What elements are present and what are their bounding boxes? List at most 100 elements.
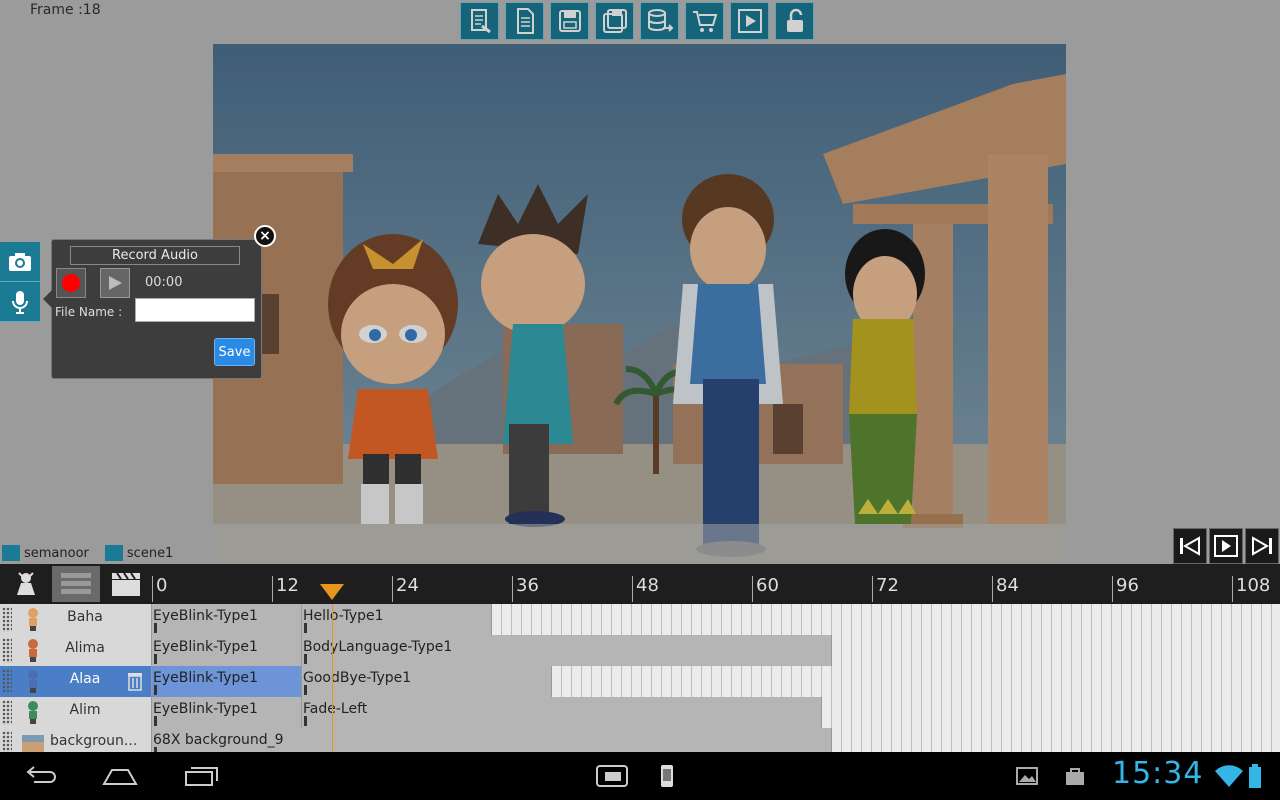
timeline-clip[interactable]: EyeBlink-Type1 <box>152 635 302 666</box>
system-nav-bar <box>0 752 1280 800</box>
timeline-clip[interactable]: EyeBlink-Type1 <box>152 666 302 697</box>
track-header[interactable]: Baha <box>0 604 152 635</box>
trash-icon[interactable] <box>126 671 144 691</box>
timeline-clip[interactable]: BodyLanguage-Type1 <box>302 635 832 666</box>
drag-handle-icon[interactable] <box>2 669 12 694</box>
unlock-icon <box>786 8 803 32</box>
camera-button[interactable] <box>0 242 40 282</box>
playhead-marker[interactable] <box>320 584 344 600</box>
track-header[interactable]: Alima <box>0 635 152 666</box>
timeline-clip[interactable]: EyeBlink-Type1 <box>152 697 302 728</box>
track-row[interactable]: Alaa EyeBlink-Type1 GoodBye-Type1 <box>0 666 1280 697</box>
image-icon <box>1016 767 1038 785</box>
tab-scenes[interactable] <box>102 566 150 602</box>
recording-time: 00:00 <box>145 275 183 290</box>
ruler-tick-line <box>392 576 393 602</box>
window-toggle-button[interactable] <box>595 762 629 790</box>
character-alim[interactable] <box>845 229 925 524</box>
home-button[interactable] <box>100 762 140 790</box>
file-name-input[interactable] <box>135 298 255 322</box>
device-button[interactable] <box>658 762 676 790</box>
shopping-bag-icon <box>1066 768 1084 785</box>
character-avatar-icon <box>28 670 38 693</box>
track-header[interactable]: Alim <box>0 697 152 728</box>
scene-canvas[interactable] <box>213 44 1066 564</box>
playhead-line <box>332 604 333 752</box>
breadcrumb-project[interactable]: semanoor <box>2 545 89 561</box>
store-notification[interactable] <box>1062 762 1088 790</box>
play-recording-button[interactable] <box>100 268 130 298</box>
wifi-status <box>1214 762 1244 790</box>
keyframe-marker <box>154 654 157 664</box>
gallery-notification[interactable] <box>1014 762 1040 790</box>
ruler-tick-label: 84 <box>996 575 1019 596</box>
track-lane[interactable]: EyeBlink-Type1 GoodBye-Type1 <box>152 666 1280 697</box>
track-row[interactable]: Baha EyeBlink-Type1 Hello-Type1 <box>0 604 1280 635</box>
phone-device-icon <box>661 765 673 787</box>
track-row[interactable]: Alima EyeBlink-Type1 BodyLanguage-Type1 <box>0 635 1280 666</box>
track-lane[interactable]: EyeBlink-Type1 Fade-Left <box>152 697 1280 728</box>
save-recording-button[interactable]: Save <box>214 338 255 366</box>
ruler-tick-line <box>992 576 993 602</box>
new-project-button[interactable] <box>460 2 499 40</box>
project-icon <box>2 545 20 561</box>
track-lane[interactable]: EyeBlink-Type1 BodyLanguage-Type1 <box>152 635 1280 666</box>
track-row[interactable]: Alim EyeBlink-Type1 Fade-Left <box>0 697 1280 728</box>
close-dialog-button[interactable]: × <box>254 225 276 247</box>
track-lane[interactable]: EyeBlink-Type1 Hello-Type1 <box>152 604 1280 635</box>
back-button[interactable] <box>22 762 58 790</box>
ruler-tick-label: 0 <box>156 575 168 596</box>
save-as-button[interactable] <box>595 2 634 40</box>
tab-list[interactable] <box>52 566 100 602</box>
clip-label: BodyLanguage-Type1 <box>303 639 453 655</box>
ruler-tick-line <box>872 576 873 602</box>
preview-play-icon <box>737 9 762 33</box>
clapperboard-icon <box>112 572 140 596</box>
window-icon <box>596 765 628 787</box>
stage-bottom-band <box>213 524 1066 564</box>
system-clock: 15:34 <box>1112 756 1204 791</box>
keyframe-marker <box>304 623 307 633</box>
clip-label: Hello-Type1 <box>303 608 384 624</box>
timeline-clip[interactable]: Hello-Type1 <box>302 604 492 635</box>
breadcrumb-scene[interactable]: scene1 <box>104 545 174 561</box>
record-button[interactable] <box>56 268 86 298</box>
track-header[interactable]: Alaa <box>0 666 152 697</box>
timeline-clip[interactable]: Fade-Left <box>302 697 822 728</box>
shop-button[interactable] <box>685 2 724 40</box>
preview-button[interactable] <box>730 2 769 40</box>
track-name: Alima <box>65 640 105 656</box>
new-document-button[interactable] <box>505 2 544 40</box>
tab-characters[interactable] <box>2 566 50 602</box>
recent-apps-icon <box>185 767 218 786</box>
save-as-icon <box>602 9 627 33</box>
file-name-label: File Name : <box>55 305 123 319</box>
play-button[interactable] <box>1209 528 1243 564</box>
scene-name: scene1 <box>126 545 174 561</box>
record-audio-dialog: Record Audio 00:00 File Name : Save <box>43 239 262 379</box>
clip-label: EyeBlink-Type1 <box>153 670 258 686</box>
ruler-tick-label: 108 <box>1236 575 1271 596</box>
microphone-icon <box>12 290 28 314</box>
side-tools <box>0 242 40 322</box>
unlock-button[interactable] <box>775 2 814 40</box>
skip-to-end-button[interactable] <box>1245 528 1279 564</box>
new-document-icon <box>516 8 534 34</box>
dialog-title: Record Audio <box>70 246 240 265</box>
drag-handle-icon[interactable] <box>2 700 12 725</box>
drag-handle-icon[interactable] <box>2 607 12 632</box>
ruler-tick-label: 48 <box>636 575 659 596</box>
save-button[interactable] <box>550 2 589 40</box>
ruler-tick-label: 96 <box>1116 575 1139 596</box>
clip-label: Fade-Left <box>303 701 368 717</box>
timeline-clip[interactable]: GoodBye-Type1 <box>302 666 552 697</box>
skip-to-start-button[interactable] <box>1173 528 1207 564</box>
microphone-button[interactable] <box>0 282 40 322</box>
ruler-tick-label: 72 <box>876 575 899 596</box>
ruler-tick-line <box>152 576 153 602</box>
recent-apps-button[interactable] <box>182 762 220 790</box>
drag-handle-icon[interactable] <box>2 638 12 663</box>
export-database-button[interactable] <box>640 2 679 40</box>
ruler-tick-label: 24 <box>396 575 419 596</box>
timeline-clip[interactable]: EyeBlink-Type1 <box>152 604 302 635</box>
